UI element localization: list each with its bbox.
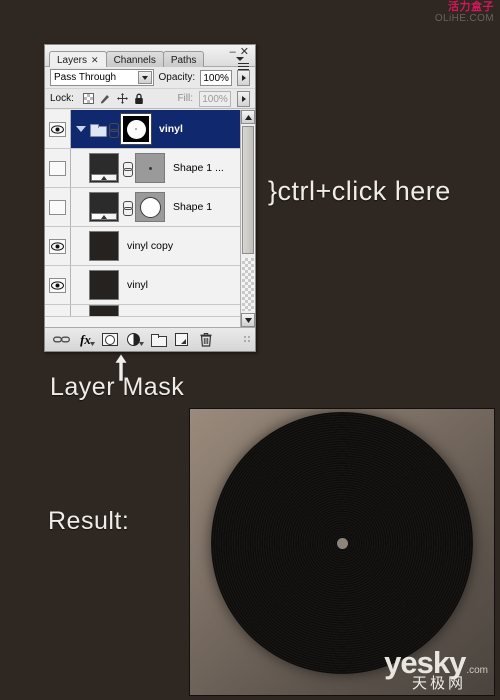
table-row[interactable] [45, 305, 255, 317]
annotation-result: Result: [48, 507, 130, 535]
layer-visibility-cell[interactable] [45, 227, 71, 265]
layer-content[interactable] [71, 305, 255, 316]
lock-all-icon[interactable] [134, 93, 143, 104]
chevron-down-icon[interactable] [137, 71, 152, 84]
annotation-ctrl-click: }ctrl+click here [268, 176, 451, 206]
layer-content[interactable]: vinyl [71, 266, 255, 304]
table-row[interactable]: vinyl [45, 266, 255, 305]
delete-layer-icon[interactable] [195, 330, 216, 349]
tab-paths-label: Paths [170, 55, 197, 66]
panel-menu-icon[interactable] [234, 57, 250, 70]
layer-name: vinyl [159, 123, 183, 135]
layer-thumbnail[interactable] [89, 153, 119, 183]
panel-tab-strip: Layers ✕ Channels Paths [49, 51, 205, 67]
layer-name: Shape 1 [173, 201, 213, 213]
tab-layers-label: Layers [57, 55, 88, 66]
folder-icon [90, 123, 107, 137]
olihe-watermark: 活力盒子 OLiHE.COM [434, 1, 494, 24]
blend-opacity-row: Pass Through Opacity: 100% [45, 67, 255, 89]
link-icon[interactable] [123, 161, 133, 177]
new-layer-icon[interactable] [171, 330, 192, 349]
vector-mask-thumbnail[interactable] [135, 192, 165, 222]
link-layers-icon[interactable] [51, 330, 72, 349]
vector-mask-thumbnail[interactable] [135, 153, 165, 183]
layer-content[interactable]: Shape 1 [71, 188, 255, 226]
opacity-stepper-icon[interactable] [237, 69, 251, 86]
scrollbar-track[interactable] [242, 258, 254, 311]
eye-icon[interactable] [49, 238, 66, 254]
link-icon[interactable] [123, 200, 133, 216]
layer-visibility-cell[interactable] [45, 149, 71, 187]
chevron-down-icon[interactable] [76, 126, 86, 132]
layer-thumbnail[interactable] [89, 270, 119, 300]
eye-off-icon[interactable] [49, 199, 66, 215]
layer-thumbnail[interactable] [89, 192, 119, 222]
layer-name: vinyl [127, 279, 149, 291]
new-adjustment-layer-icon[interactable] [123, 330, 144, 349]
annotation-layer-mask: Layer Mask [50, 373, 185, 401]
link-icon[interactable] [109, 122, 119, 138]
layers-list[interactable]: vinyl Shape 1 ... Shape 1 vinyl copy vin… [45, 110, 255, 327]
table-row[interactable]: Shape 1 [45, 188, 255, 227]
lock-pixels-icon[interactable] [100, 93, 111, 104]
tab-layers[interactable]: Layers ✕ [49, 51, 107, 67]
layer-content[interactable]: Shape 1 ... [71, 149, 255, 187]
layer-visibility-cell[interactable] [45, 110, 71, 148]
resize-grip[interactable] [244, 335, 252, 344]
table-row[interactable]: vinyl [45, 110, 255, 149]
add-layer-mask-icon[interactable] [99, 330, 120, 349]
layer-content[interactable]: vinyl [71, 110, 255, 148]
blend-mode-select[interactable]: Pass Through [50, 69, 154, 86]
fill-stepper-icon[interactable] [237, 90, 250, 107]
vinyl-record-graphic [211, 412, 473, 675]
new-group-icon[interactable] [147, 330, 168, 349]
blend-mode-value: Pass Through [54, 72, 117, 83]
tab-channels[interactable]: Channels [105, 51, 164, 67]
panel-titlebar: Layers ✕ Channels Paths – ✕ [45, 45, 255, 70]
layer-content[interactable]: vinyl copy [71, 227, 255, 265]
tab-paths[interactable]: Paths [162, 51, 205, 67]
table-row[interactable]: Shape 1 ... [45, 149, 255, 188]
layer-thumbnail[interactable] [89, 305, 119, 316]
vertical-scrollbar[interactable] [240, 110, 255, 327]
yesky-domain-suffix: .com [466, 665, 488, 676]
scroll-up-button[interactable] [241, 110, 255, 124]
result-image: yesky.com 天极网 [189, 408, 495, 696]
tab-channels-label: Channels [113, 55, 156, 66]
lock-label: Lock: [50, 93, 74, 104]
yesky-watermark: yesky.com 天极网 [384, 647, 488, 691]
lock-position-icon[interactable] [116, 93, 128, 104]
vinyl-center-hole [336, 537, 348, 549]
layer-thumbnail[interactable] [89, 231, 119, 261]
layer-visibility-cell[interactable] [45, 188, 71, 226]
olihe-watermark-en: OLiHE.COM [434, 12, 494, 24]
table-row[interactable]: vinyl copy [45, 227, 255, 266]
layer-mask-thumbnail[interactable] [120, 113, 152, 145]
opacity-input[interactable]: 100% [200, 69, 233, 86]
scroll-down-button[interactable] [241, 313, 255, 327]
opacity-label: Opacity: [158, 72, 196, 83]
tab-close-icon[interactable]: ✕ [91, 55, 99, 65]
layer-visibility-cell[interactable] [45, 266, 71, 304]
layer-name: Shape 1 ... [173, 162, 224, 174]
layer-name: vinyl copy [127, 240, 174, 252]
layer-visibility-cell[interactable] [45, 305, 71, 316]
eye-off-icon[interactable] [49, 160, 66, 176]
lock-transparency-icon[interactable] [82, 93, 94, 104]
scrollbar-thumb[interactable] [242, 126, 254, 254]
fill-label: Fill: [177, 93, 193, 104]
layers-panel-toolbar: fx [45, 327, 255, 351]
eye-icon[interactable] [49, 121, 66, 137]
layer-style-fx-icon[interactable]: fx [75, 330, 96, 349]
layers-panel: Layers ✕ Channels Paths – ✕ Pass Through O… [44, 44, 256, 352]
eye-icon[interactable] [49, 277, 66, 293]
fill-input[interactable]: 100% [199, 90, 231, 107]
lock-row: Lock: Fill: 100% [45, 89, 255, 109]
olihe-watermark-cn: 活力盒子 [448, 1, 494, 13]
lock-buttons [82, 93, 143, 104]
